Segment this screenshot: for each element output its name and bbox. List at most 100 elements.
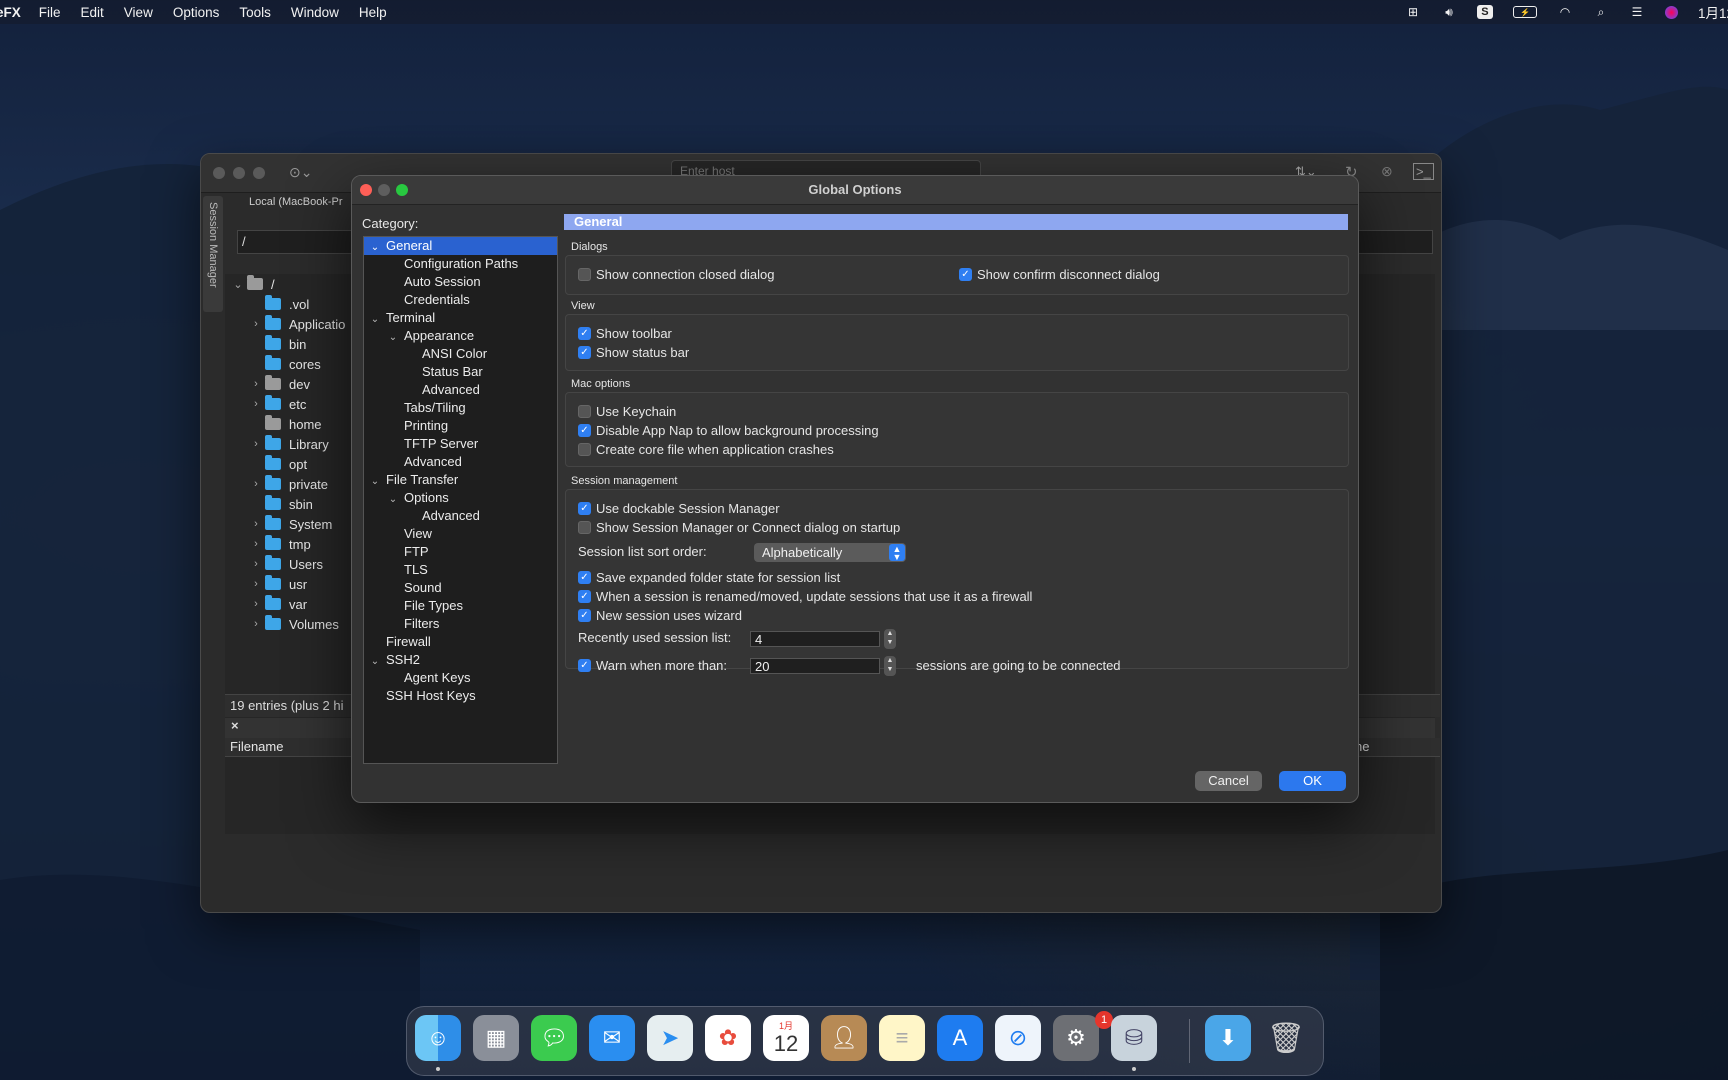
checkbox-box[interactable] xyxy=(578,405,591,418)
category-item[interactable]: Advanced xyxy=(364,453,557,471)
save-expanded-folder-checkbox[interactable]: ✓ Save expanded folder state for session… xyxy=(578,570,840,585)
trash-icon[interactable]: 🗑︎ xyxy=(1263,1015,1309,1061)
checkbox-box[interactable]: ✓ xyxy=(959,268,972,281)
menu-options[interactable]: Options xyxy=(173,5,220,20)
show-status-bar-checkbox[interactable]: ✓ Show status bar xyxy=(578,345,689,360)
category-item[interactable]: FTP xyxy=(364,543,557,561)
menu-tools[interactable]: Tools xyxy=(239,5,271,20)
category-item[interactable]: ⌄ File Transfer xyxy=(364,471,557,489)
warn-sessions-stepper[interactable]: ▲ ▼ xyxy=(884,656,896,676)
cancel-button[interactable]: Cancel xyxy=(1195,771,1262,791)
photos-icon[interactable]: ✿ xyxy=(705,1015,751,1061)
recent-sessions-input[interactable]: 4 xyxy=(750,631,880,647)
ok-button[interactable]: OK xyxy=(1279,771,1346,791)
chevron-right-icon[interactable]: › xyxy=(247,598,265,610)
chevron-right-icon[interactable]: › xyxy=(247,478,265,490)
volume-icon[interactable]: 🔊︎ xyxy=(1441,5,1457,19)
search-icon[interactable]: ⌕ xyxy=(1593,5,1609,19)
menu-file[interactable]: File xyxy=(39,5,61,20)
category-item[interactable]: ⌄ Terminal xyxy=(364,309,557,327)
category-item[interactable]: ⌄ General xyxy=(364,237,557,255)
disconnect-icon[interactable]: ⊗ xyxy=(1381,163,1393,180)
checkbox-box[interactable] xyxy=(578,443,591,456)
input-method-icon[interactable]: ⊞ xyxy=(1405,5,1421,19)
menu-edit[interactable]: Edit xyxy=(81,5,104,20)
show-connection-closed-checkbox[interactable]: Show connection closed dialog xyxy=(578,267,775,282)
checkbox-box[interactable]: ✓ xyxy=(578,609,591,622)
category-item[interactable]: File Types xyxy=(364,597,557,615)
local-tab[interactable]: Local (MacBook-Pr xyxy=(249,196,343,208)
siri-icon[interactable] xyxy=(1664,5,1678,19)
menu-help[interactable]: Help xyxy=(359,5,387,20)
checkbox-box[interactable] xyxy=(578,521,591,534)
chevron-right-icon[interactable]: › xyxy=(247,518,265,530)
wifi-icon[interactable]: ◠ xyxy=(1557,5,1573,19)
checkbox-box[interactable]: ✓ xyxy=(578,327,591,340)
category-item[interactable]: TLS xyxy=(364,561,557,579)
sort-order-select[interactable]: Alphabetically ▲ ▼ xyxy=(754,543,906,562)
finder-icon[interactable]: ☺ xyxy=(415,1015,461,1061)
warn-sessions-input[interactable]: 20 xyxy=(750,658,880,674)
category-item[interactable]: TFTP Server xyxy=(364,435,557,453)
session-manager-tab[interactable]: Session Manager xyxy=(203,196,223,312)
terminal-icon[interactable]: >_ xyxy=(1413,163,1434,180)
dialog-close-button[interactable] xyxy=(360,184,372,196)
mail-icon[interactable]: ✉ xyxy=(589,1015,635,1061)
recent-sessions-stepper[interactable]: ▲ ▼ xyxy=(884,629,896,649)
checkbox-box[interactable]: ✓ xyxy=(578,502,591,515)
control-center-icon[interactable]: ☰ xyxy=(1629,5,1645,19)
chevron-right-icon[interactable]: › xyxy=(247,438,265,450)
chevron-right-icon[interactable]: › xyxy=(247,558,265,570)
downloads-folder-icon[interactable]: ⬇ xyxy=(1205,1015,1251,1061)
category-item[interactable]: Printing xyxy=(364,417,557,435)
chevron-down-icon[interactable]: ⌄ xyxy=(229,278,247,291)
checkbox-box[interactable]: ✓ xyxy=(578,571,591,584)
menu-view[interactable]: View xyxy=(124,5,153,20)
use-dockable-session-manager-checkbox[interactable]: ✓ Use dockable Session Manager xyxy=(578,501,780,516)
checkbox-box[interactable]: ✓ xyxy=(578,659,591,672)
category-item[interactable]: View xyxy=(364,525,557,543)
warn-sessions-checkbox[interactable]: ✓ Warn when more than: xyxy=(578,658,727,673)
notes-icon[interactable]: ≡ xyxy=(879,1015,925,1061)
checkbox-box[interactable] xyxy=(578,268,591,281)
show-session-manager-startup-checkbox[interactable]: Show Session Manager or Connect dialog o… xyxy=(578,520,900,535)
chevron-right-icon[interactable]: › xyxy=(247,618,265,630)
category-item[interactable]: Auto Session xyxy=(364,273,557,291)
category-item[interactable]: Agent Keys xyxy=(364,669,557,687)
disable-app-nap-checkbox[interactable]: ✓ Disable App Nap to allow background pr… xyxy=(578,423,879,438)
category-item[interactable]: Credentials xyxy=(364,291,557,309)
queue-close-icon[interactable]: × xyxy=(231,718,239,733)
menubar-clock[interactable]: 1月12 xyxy=(1698,2,1728,22)
use-keychain-checkbox[interactable]: Use Keychain xyxy=(578,404,676,419)
scrobble-icon[interactable]: S xyxy=(1476,5,1493,19)
dialog-minimize-button[interactable] xyxy=(378,184,390,196)
category-item[interactable]: Sound xyxy=(364,579,557,597)
safari-icon[interactable]: ⊘ xyxy=(995,1015,1041,1061)
category-item[interactable]: Configuration Paths xyxy=(364,255,557,273)
more-options-icon[interactable]: ⊙⌄ xyxy=(289,164,312,181)
app-store-icon[interactable]: A xyxy=(937,1015,983,1061)
maps-icon[interactable]: ➤ xyxy=(647,1015,693,1061)
battery-icon[interactable]: ⚡ xyxy=(1512,6,1537,18)
zoom-button[interactable] xyxy=(253,167,265,179)
new-session-wizard-checkbox[interactable]: ✓ New session uses wizard xyxy=(578,608,742,623)
filename-column-header[interactable]: Filename xyxy=(230,739,283,754)
close-button[interactable] xyxy=(213,167,225,179)
checkbox-box[interactable]: ✓ xyxy=(578,424,591,437)
show-toolbar-checkbox[interactable]: ✓ Show toolbar xyxy=(578,326,672,341)
system-preferences-icon[interactable]: ⚙ xyxy=(1053,1015,1099,1061)
category-item[interactable]: Firewall xyxy=(364,633,557,651)
checkbox-box[interactable]: ✓ xyxy=(578,590,591,603)
chevron-right-icon[interactable]: › xyxy=(247,318,265,330)
category-item[interactable]: Advanced xyxy=(364,507,557,525)
securefx-icon[interactable]: ⛁ xyxy=(1111,1015,1157,1061)
update-firewall-sessions-checkbox[interactable]: ✓ When a session is renamed/moved, updat… xyxy=(578,589,1032,604)
category-item[interactable]: SSH Host Keys xyxy=(364,687,557,705)
create-core-file-checkbox[interactable]: Create core file when application crashe… xyxy=(578,442,834,457)
chevron-right-icon[interactable]: › xyxy=(247,538,265,550)
messages-icon[interactable]: 💬︎ xyxy=(531,1015,577,1061)
dialog-zoom-button[interactable] xyxy=(396,184,408,196)
chevron-right-icon[interactable]: › xyxy=(247,578,265,590)
category-item[interactable]: Filters xyxy=(364,615,557,633)
app-menu[interactable]: eFX xyxy=(0,5,21,20)
